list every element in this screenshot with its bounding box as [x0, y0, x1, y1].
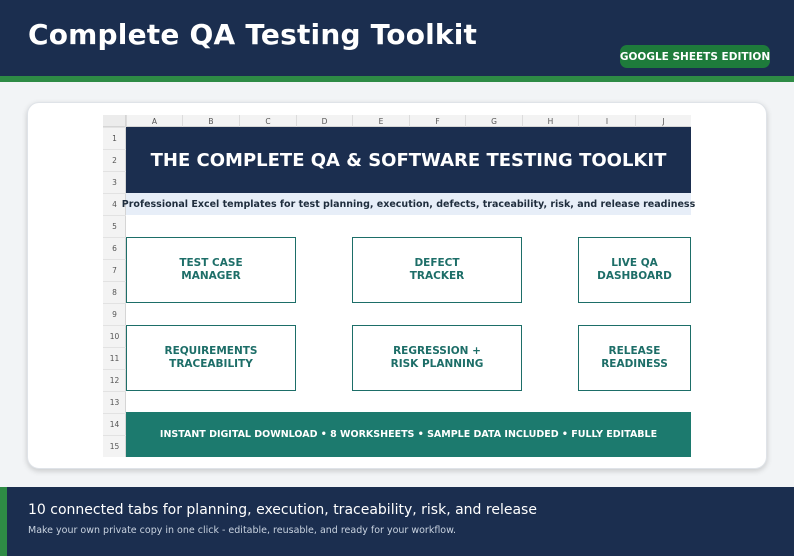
row-header-1: 1 [103, 127, 126, 149]
column-header-f: F [409, 115, 465, 127]
row-header-13: 13 [103, 391, 126, 413]
row-header-7: 7 [103, 259, 126, 281]
row-header-2: 2 [103, 149, 126, 171]
tile-label-line2: READINESS [601, 358, 668, 370]
tile-label-line1: DEFECT [414, 257, 460, 269]
row-header-8: 8 [103, 281, 126, 303]
tile-label-line1: LIVE QA [611, 257, 658, 269]
column-header-a: A [126, 115, 182, 127]
column-header-j: J [635, 115, 691, 127]
tile-regression-risk-planning[interactable]: REGRESSION + RISK PLANNING [352, 325, 522, 391]
tile-release-readiness[interactable]: RELEASE READINESS [578, 325, 691, 391]
bottom-headline: 10 connected tabs for planning, executio… [28, 502, 537, 518]
spreadsheet-preview: A B C D E F G H I J 1 2 3 4 5 6 7 8 9 10… [103, 115, 695, 457]
column-header-d: D [296, 115, 352, 127]
column-header-h: H [522, 115, 578, 127]
column-header-i: I [578, 115, 635, 127]
row-header-12: 12 [103, 369, 126, 391]
column-header-row: A B C D E F G H I J [103, 115, 691, 127]
tile-requirements-traceability[interactable]: REQUIREMENTS TRACEABILITY [126, 325, 296, 391]
bottom-accent-bar [0, 487, 7, 556]
column-header-e: E [352, 115, 409, 127]
bottom-banner [0, 487, 794, 556]
row-header-6: 6 [103, 237, 126, 259]
bottom-subline: Make your own private copy in one click … [28, 525, 457, 536]
row-header-10: 10 [103, 325, 126, 347]
tile-label-line2: RISK PLANNING [390, 358, 484, 370]
sheet-subtitle: Professional Excel templates for test pl… [122, 193, 695, 215]
tile-live-qa-dashboard[interactable]: LIVE QA DASHBOARD [578, 237, 691, 303]
row-header-11: 11 [103, 347, 126, 369]
tile-label-line2: DASHBOARD [597, 270, 672, 282]
column-header-c: C [239, 115, 296, 127]
row-header-15: 15 [103, 435, 126, 457]
tile-label-line1: TEST CASE [179, 257, 243, 269]
column-header-g: G [465, 115, 522, 127]
row-header-5: 5 [103, 215, 126, 237]
row-header-column: 1 2 3 4 5 6 7 8 9 10 11 12 13 14 15 [103, 127, 126, 457]
tile-defect-tracker[interactable]: DEFECT TRACKER [352, 237, 522, 303]
sheet-footer-features: INSTANT DIGITAL DOWNLOAD • 8 WORKSHEETS … [126, 412, 691, 457]
tile-label-line2: TRACEABILITY [169, 358, 253, 370]
edition-badge: GOOGLE SHEETS EDITION [620, 45, 770, 68]
page-title: Complete QA Testing Toolkit [28, 18, 478, 51]
sheet-corner [103, 115, 126, 127]
row-header-9: 9 [103, 303, 126, 325]
row-header-3: 3 [103, 171, 126, 193]
tile-label-line1: REGRESSION + [393, 345, 481, 357]
column-header-b: B [182, 115, 239, 127]
tile-label-line2: TRACKER [409, 270, 465, 282]
tile-label-line1: RELEASE [608, 345, 661, 357]
tile-label-line2: MANAGER [181, 270, 241, 282]
row-header-14: 14 [103, 413, 126, 435]
tile-label-line1: REQUIREMENTS [164, 345, 258, 357]
sheet-title: THE COMPLETE QA & SOFTWARE TESTING TOOLK… [126, 127, 691, 193]
tile-test-case-manager[interactable]: TEST CASE MANAGER [126, 237, 296, 303]
